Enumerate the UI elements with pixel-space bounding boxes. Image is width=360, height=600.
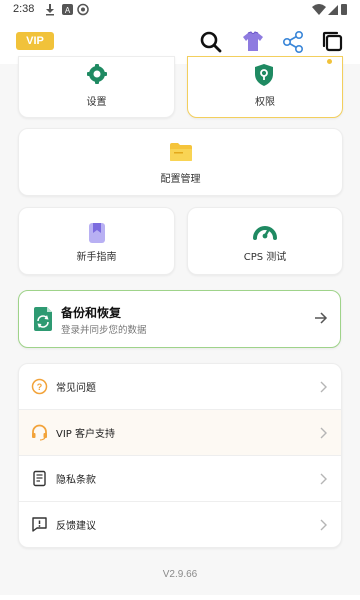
status-time: 2:38 [13, 3, 35, 15]
speedometer-icon [253, 226, 277, 240]
notification-icons: A [46, 3, 89, 16]
config-management-tile[interactable]: 配置管理 [18, 128, 343, 196]
svg-text:A: A [65, 6, 71, 15]
menu-item-label: 隐私条款 [56, 475, 96, 486]
beginner-guide-tile[interactable]: 新手指南 [18, 207, 175, 275]
chevron-right-icon [320, 427, 327, 439]
document-icon [33, 470, 46, 487]
help-circle-icon: ? [31, 378, 48, 395]
gear-icon [87, 64, 107, 84]
backup-subtitle: 登录并同步您的数据 [61, 325, 147, 336]
shield-lock-icon [255, 64, 273, 86]
menu-item-feedback[interactable]: 反馈建议 [19, 502, 341, 547]
menu-item-privacy[interactable]: 隐私条款 [19, 456, 341, 501]
signal-icon [328, 5, 338, 15]
help-menu-list: ? 常见问题 VIP 客户支持 隐私条款 反馈建议 [18, 363, 342, 548]
settings-tile[interactable]: 设置 [18, 56, 175, 118]
guide-book-icon [89, 223, 105, 243]
backup-document-icon [34, 307, 52, 331]
chevron-right-icon [320, 381, 327, 393]
chevron-right-icon [320, 519, 327, 531]
svg-text:?: ? [37, 382, 43, 392]
headset-icon [32, 424, 47, 441]
chevron-right-icon [320, 473, 327, 485]
backup-restore-card[interactable]: 备份和恢复 登录并同步您的数据 [18, 290, 341, 348]
bottom-edge [0, 595, 360, 600]
feedback-icon [32, 517, 47, 532]
permissions-label: 权限 [255, 97, 275, 108]
windows-icon[interactable] [320, 29, 346, 55]
menu-item-label: 常见问题 [56, 383, 96, 394]
vip-badge[interactable]: VIP [16, 32, 54, 50]
system-status-icons [312, 4, 347, 15]
download-icon [46, 4, 54, 16]
config-management-label: 配置管理 [160, 174, 201, 185]
menu-item-vip-support[interactable]: VIP 客户支持 [19, 410, 341, 455]
status-bar: 2:38 A [0, 0, 360, 20]
backup-title: 备份和恢复 [61, 306, 122, 320]
theme-shirt-icon[interactable] [240, 29, 266, 55]
permissions-tile[interactable]: 权限 [187, 56, 343, 118]
menu-item-label: 反馈建议 [56, 521, 96, 532]
battery-icon [341, 4, 347, 15]
share-icon[interactable] [280, 29, 306, 55]
location-icon [77, 3, 89, 16]
beginner-guide-label: 新手指南 [76, 252, 117, 263]
arrow-right-icon[interactable] [314, 311, 328, 325]
menu-item-label: VIP 客户支持 [56, 429, 115, 440]
notification-dot [327, 59, 332, 64]
settings-label: 设置 [86, 97, 107, 108]
menu-item-faq[interactable]: ? 常见问题 [19, 364, 341, 409]
wifi-icon [312, 4, 326, 15]
folder-icon [170, 143, 192, 161]
cps-test-label: CPS 测试 [243, 252, 287, 263]
app-a-icon: A [62, 4, 73, 15]
cps-test-tile[interactable]: CPS 测试 [187, 207, 343, 275]
app-version: V2.9.66 [162, 569, 198, 580]
search-icon[interactable] [198, 29, 224, 55]
